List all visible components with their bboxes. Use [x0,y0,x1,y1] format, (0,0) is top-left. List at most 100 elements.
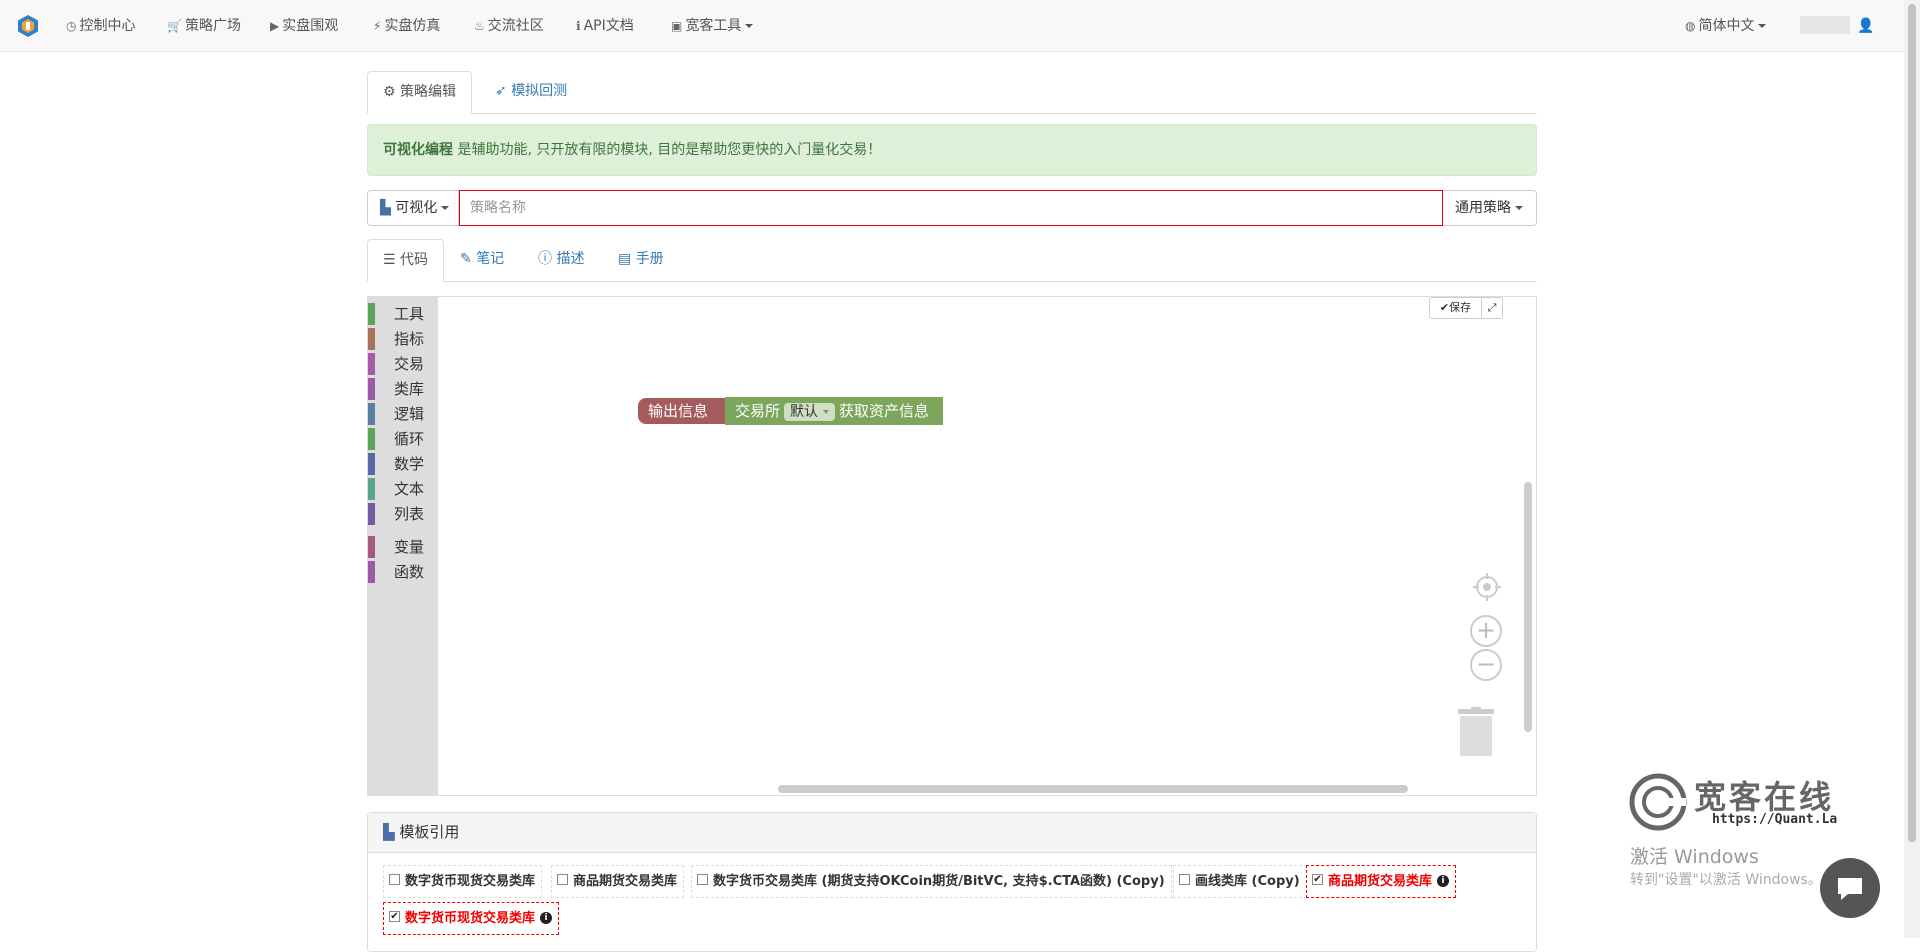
toolbox-category-functions[interactable]: 函数 [368,561,438,583]
save-button[interactable]: ✔保存 [1429,297,1482,319]
info-icon[interactable]: i [540,912,552,924]
puzzle-icon: ▙ [383,823,399,841]
category-label: 变量 [394,536,424,558]
strategy-category-dropdown[interactable]: 通用策略 [1443,190,1537,226]
nav-item-control-center[interactable]: ◷控制中心 [66,0,135,52]
tab-label: 手册 [636,251,664,267]
save-label: 保存 [1449,301,1471,314]
alert-text: 是辅助功能, 只开放有限的模块, 目的是帮助您更快的入门量化交易！ [453,142,881,158]
strategy-category-label: 通用策略 [1455,200,1511,216]
template-item[interactable]: ✔数字货币现货交易类库i [383,902,559,935]
strategy-type-dropdown[interactable]: ▙ 可视化 [367,190,459,226]
chat-icon [1836,876,1864,902]
template-label: 商品期货交易类库 [573,874,677,889]
page-scrollbar-thumb[interactable] [1908,4,1916,842]
toolbox-category-variables[interactable]: 变量 [368,536,438,558]
category-label: 逻辑 [394,403,424,425]
block-exchange-label: 交易所 [735,402,780,420]
toolbox-category-lists[interactable]: 列表 [368,503,438,525]
template-checkbox[interactable] [1179,874,1190,885]
tab-notes[interactable]: ✎ 笔记 [445,239,519,282]
strategy-type-label: 可视化 [395,200,437,216]
page-scrollbar[interactable] [1904,0,1920,938]
block-exchange-getaccount[interactable]: 交易所默认获取资产信息 [725,397,943,425]
template-checkbox[interactable]: ✔ [389,911,400,922]
tab-label: 描述 [556,251,584,267]
tab-backtest[interactable]: ➶ 模拟回测 [480,71,582,114]
tab-strategy-edit[interactable]: ⚙ 策略编辑 [367,71,472,114]
category-color-bar [368,478,375,500]
nav-item-community[interactable]: ♨交流社区 [474,0,544,52]
template-item[interactable]: 数字货币交易类库 (期货支持OKCoin期货/BitVC, 支持$.CTA函数)… [691,865,1172,898]
book-icon: ▤ [618,251,636,267]
alert-bold: 可视化编程 [383,142,453,158]
category-label: 指标 [394,328,424,350]
nav-item-api-docs[interactable]: ℹAPI文档 [576,0,634,52]
template-item[interactable]: 画线类库 (Copy) [1173,865,1307,898]
brand-url: https://Quant.La [1712,812,1837,827]
template-item[interactable]: ✔商品期货交易类库i [1306,865,1456,898]
windows-activation-title: 激活 Windows [1630,842,1759,869]
nav-item-simulation[interactable]: ⚡实盘仿真 [373,0,440,52]
toolbox-category-indicators[interactable]: 指标 [368,328,438,350]
toolbox-category-text[interactable]: 文本 [368,478,438,500]
template-item[interactable]: 商品期货交易类库 [551,865,684,898]
category-label: 交易 [394,353,424,375]
toolbox-category-loops[interactable]: 循环 [368,428,438,450]
template-item[interactable]: 数字货币现货交易类库 [383,865,542,898]
brand-watermark: 宽客在线 https://Quant.La [1628,770,1858,840]
info-icon[interactable]: i [1437,875,1449,887]
toolbox-category-library[interactable]: 类库 [368,378,438,400]
toolbox-category-trade[interactable]: 交易 [368,353,438,375]
recenter-icon[interactable] [1471,571,1503,603]
nav-item-quant-tools[interactable]: ▣宽客工具 [671,0,753,52]
template-checkbox[interactable]: ✔ [1312,874,1323,885]
logo-icon[interactable] [16,14,40,38]
category-label: 类库 [394,378,424,400]
tab-description[interactable]: ⓘ 描述 [523,239,599,282]
zoom-in-icon[interactable]: + [1470,615,1502,647]
nav-item-live-watch[interactable]: ▶实盘围观 [270,0,338,52]
category-label: 列表 [394,503,424,525]
tab-label: 策略编辑 [400,84,456,100]
template-label: 数字货币现货交易类库 [405,874,535,889]
category-color-bar [368,353,375,375]
template-panel-header: ▙ 模板引用 [368,813,1536,853]
template-checkbox[interactable] [557,874,568,885]
dashboard-icon: ◷ [66,0,76,52]
tab-code[interactable]: ☰ 代码 [367,239,444,282]
play-circle-icon: ▶ [270,0,279,52]
trash-icon[interactable] [1457,707,1495,757]
chat-button[interactable] [1820,858,1880,918]
block-print[interactable]: 输出信息 [638,398,736,424]
exchange-dropdown[interactable]: 默认 [784,403,835,421]
user-icon[interactable]: 👤 [1857,0,1874,52]
toolbox-category-logic[interactable]: 逻辑 [368,403,438,425]
block-print-label: 输出信息 [648,402,708,420]
nav-label: 实盘围观 [282,18,338,34]
blockly-workspace[interactable]: 工具 指标 交易 类库 逻辑 循环 数学 文本 列表 变量 函数 ✔保存 ⤢ 输… [367,296,1537,796]
cart-icon: 🛒 [167,0,182,52]
workspace-horizontal-scrollbar[interactable] [778,785,1408,793]
chevron-down-icon [1515,206,1523,210]
category-color-bar [368,536,375,558]
category-color-bar [368,403,375,425]
nav-label: 宽客工具 [685,18,741,34]
template-checkbox[interactable] [389,874,400,885]
language-dropdown[interactable]: ◍简体中文 [1685,0,1766,52]
category-label: 循环 [394,428,424,450]
nav-label: 实盘仿真 [384,18,440,34]
template-checkbox[interactable] [697,874,708,885]
zoom-out-icon[interactable]: − [1470,649,1502,681]
fullscreen-button[interactable]: ⤢ [1481,297,1503,319]
edit-icon: ✎ [460,251,476,267]
strategy-name-input[interactable]: 策略名称 [459,190,1443,226]
username-blurred[interactable] [1800,16,1850,34]
tab-manual[interactable]: ▤ 手册 [603,239,679,282]
workspace-vertical-scrollbar[interactable] [1524,482,1532,732]
flash-icon: ⚡ [373,0,381,52]
toolbox-category-tools[interactable]: 工具 [368,303,438,325]
toolbox-category-math[interactable]: 数学 [368,453,438,475]
nav-item-strategy-square[interactable]: 🛒策略广场 [167,0,241,52]
category-color-bar [368,328,375,350]
